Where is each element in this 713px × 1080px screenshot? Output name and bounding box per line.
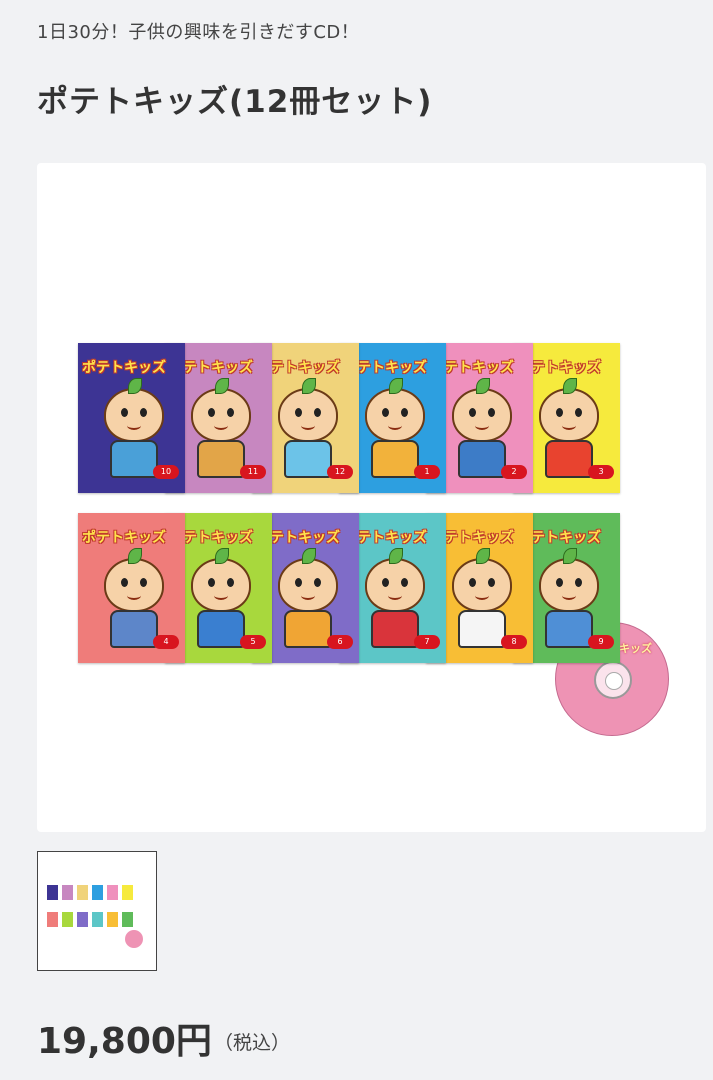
book-logo: ポテトキッズ: [82, 360, 166, 376]
thumbnail-cd: [125, 930, 143, 948]
volume-badge: 8: [501, 635, 527, 649]
book-cover: ポテトキッズ 10: [78, 343, 185, 493]
potato-character-head: [538, 548, 599, 612]
potato-character-head: [277, 378, 338, 442]
potato-character-body: [109, 610, 158, 648]
volume-badge: 6: [327, 635, 353, 649]
potato-character-body: [196, 440, 245, 478]
volume-badge: 9: [588, 635, 614, 649]
volume-badge: 5: [240, 635, 266, 649]
thumbnail-image[interactable]: [37, 851, 157, 971]
potato-character-head: [538, 378, 599, 442]
potato-character-body: [544, 440, 593, 478]
potato-character-head: [103, 378, 164, 442]
thumbnail-book: [62, 912, 73, 927]
thumbnail-book: [77, 912, 88, 927]
volume-badge: 3: [588, 465, 614, 479]
thumbnail-book: [62, 885, 73, 900]
potato-character-head: [451, 548, 512, 612]
potato-character-head: [364, 378, 425, 442]
potato-character-head: [277, 548, 338, 612]
thumbnail-book: [47, 885, 58, 900]
volume-badge: 7: [414, 635, 440, 649]
thumbnail-book: [92, 885, 103, 900]
volume-badge: 11: [240, 465, 266, 479]
potato-character-body: [283, 610, 332, 648]
price: 19,800円: [37, 1021, 212, 1062]
thumbnail-book: [122, 885, 133, 900]
volume-badge: 12: [327, 465, 353, 479]
potato-character-body: [457, 610, 506, 648]
thumbnail-book: [107, 885, 118, 900]
potato-character-head: [451, 378, 512, 442]
potato-character-body: [370, 610, 419, 648]
thumbnail-book: [47, 912, 58, 927]
potato-character-head: [364, 548, 425, 612]
potato-character-body: [283, 440, 332, 478]
potato-character-body: [109, 440, 158, 478]
potato-character-head: [190, 548, 251, 612]
potato-character-body: [196, 610, 245, 648]
thumbnail-book: [107, 912, 118, 927]
main-product-image[interactable]: ポテトキッズ 9 ポテトキッズ 8 ポテトキッズ 7 ポテトキッズ 6 ポテトキッズ 5 ポテトキッ…: [37, 163, 706, 832]
volume-badge: 10: [153, 465, 179, 479]
volume-badge: 2: [501, 465, 527, 479]
thumbnail-book: [92, 912, 103, 927]
potato-character-body: [370, 440, 419, 478]
volume-badge: 4: [153, 635, 179, 649]
book-logo: ポテトキッズ: [82, 530, 166, 546]
tax-note: （税込）: [214, 1032, 291, 1054]
potato-character-head: [103, 548, 164, 612]
potato-character-body: [457, 440, 506, 478]
volume-badge: 1: [414, 465, 440, 479]
potato-character-body: [544, 610, 593, 648]
page-title: ポテトキッズ(12冊セット): [37, 84, 433, 120]
subtitle: 1日30分！子供の興味を引きだすCD！: [37, 22, 360, 43]
thumbnail-book: [122, 912, 133, 927]
potato-character-head: [190, 378, 251, 442]
thumbnail-book: [77, 885, 88, 900]
book-cover: ポテトキッズ 4: [78, 513, 185, 663]
